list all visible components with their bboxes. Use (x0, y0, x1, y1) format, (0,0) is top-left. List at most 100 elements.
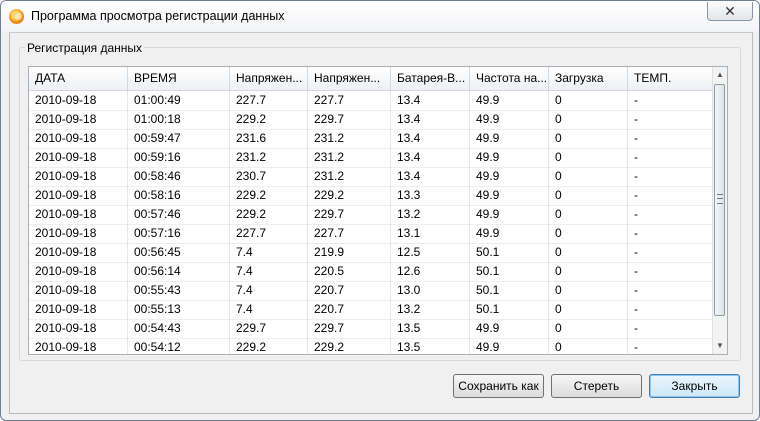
table-cell: 0 (549, 205, 628, 224)
table-cell: 229.2 (230, 186, 308, 205)
column-header[interactable]: ТЕМП. (628, 67, 713, 90)
table-row[interactable]: 2010-09-18 00:54:12 229.2 229.2 13.5 49.9 0- (29, 338, 713, 354)
table-cell: 0 (549, 148, 628, 167)
table-cell: 13.2 (391, 205, 470, 224)
table-cell: 229.2 (230, 205, 308, 224)
table-cell: 2010-09-18 (29, 262, 128, 281)
table-row[interactable]: 2010-09-18 00:58:46 230.7 231.2 13.4 49.9 0- (29, 167, 713, 187)
table-cell: 2010-09-18 (29, 243, 128, 262)
table-cell: 231.6 (230, 129, 308, 148)
table-cell: 2010-09-18 (29, 186, 128, 205)
table-cell: 0 (549, 319, 628, 338)
table-cell: 0 (549, 338, 628, 354)
table-cell: 00:55:43 (128, 281, 230, 300)
table-cell: 2010-09-18 (29, 338, 128, 354)
table-cell: 00:58:46 (128, 167, 230, 186)
table-cell: 49.9 (470, 129, 549, 148)
table-cell: 0 (549, 129, 628, 148)
table-row[interactable]: 2010-09-18 00:57:16 227.7 227.7 13.1 49.9 0- (29, 224, 713, 244)
table-cell: 13.4 (391, 148, 470, 167)
table-cell: 0 (549, 186, 628, 205)
table-cell: 00:57:46 (128, 205, 230, 224)
table-row[interactable]: 2010-09-18 00:56:14 7.4 220.5 12.6 50.1 0- (29, 262, 713, 282)
table-cell: - (628, 262, 713, 281)
table-row[interactable]: 2010-09-18 01:00:18 229.2 229.7 13.4 49.9 0- (29, 110, 713, 130)
title-bar[interactable]: Программа просмотра регистрации данных ✕ (1, 1, 759, 32)
table-cell: 0 (549, 91, 628, 110)
table-cell: 12.6 (391, 262, 470, 281)
table-cell: 13.0 (391, 281, 470, 300)
column-header[interactable]: Загрузка (549, 67, 628, 90)
table-cell: 219.9 (308, 243, 391, 262)
vertical-scrollbar[interactable]: ▲ ▼ (712, 67, 727, 354)
table-cell: 01:00:49 (128, 91, 230, 110)
table-cell: 13.1 (391, 224, 470, 243)
table-cell: 49.9 (470, 167, 549, 186)
table-row[interactable]: 2010-09-18 00:59:47 231.6 231.2 13.4 49.9 0- (29, 129, 713, 149)
table-cell: 13.5 (391, 319, 470, 338)
table-cell: - (628, 148, 713, 167)
table-cell: 231.2 (230, 148, 308, 167)
table-cell: 00:56:14 (128, 262, 230, 281)
table-cell: - (628, 338, 713, 354)
column-header[interactable]: Батарея-В... (391, 67, 470, 90)
table-cell: 229.7 (308, 205, 391, 224)
table-cell: 49.9 (470, 91, 549, 110)
save-as-button[interactable]: Сохранить как (453, 374, 544, 398)
table-cell: 2010-09-18 (29, 129, 128, 148)
table-cell: 231.2 (308, 148, 391, 167)
table-row[interactable]: 2010-09-18 00:56:45 7.4 219.9 12.5 50.1 0- (29, 243, 713, 263)
table-cell: 12.5 (391, 243, 470, 262)
close-icon: ✕ (724, 3, 736, 19)
table-row[interactable]: 2010-09-18 00:55:43 7.4 220.7 13.0 50.1 0- (29, 281, 713, 301)
table-cell: 00:59:47 (128, 129, 230, 148)
table-cell: 50.1 (470, 281, 549, 300)
scroll-down-icon[interactable]: ▼ (713, 338, 727, 354)
table-row[interactable]: 2010-09-18 00:57:46 229.2 229.7 13.2 49.9 0- (29, 205, 713, 225)
table-cell: 0 (549, 167, 628, 186)
table-cell: 229.7 (308, 319, 391, 338)
column-header[interactable]: Напряжен... (230, 67, 308, 90)
table-cell: 2010-09-18 (29, 91, 128, 110)
table-cell: 13.3 (391, 186, 470, 205)
column-header[interactable]: ВРЕМЯ (128, 67, 230, 90)
table-cell: - (628, 281, 713, 300)
column-header[interactable]: Напряжен... (308, 67, 391, 90)
table-cell: 49.9 (470, 224, 549, 243)
table-cell: 227.7 (230, 91, 308, 110)
table-row[interactable]: 2010-09-18 00:54:43 229.7 229.7 13.5 49.9 0- (29, 319, 713, 339)
table-cell: 2010-09-18 (29, 224, 128, 243)
table-cell: 50.1 (470, 300, 549, 319)
erase-button[interactable]: Стереть (551, 374, 642, 398)
data-table[interactable]: ДАТА ВРЕМЯ Напряжен... Напряжен... Батар… (28, 66, 728, 355)
table-cell: 231.2 (308, 129, 391, 148)
table-cell: 220.5 (308, 262, 391, 281)
table-row[interactable]: 2010-09-18 00:55:13 7.4 220.7 13.2 50.1 0- (29, 300, 713, 320)
table-cell: 00:54:43 (128, 319, 230, 338)
table-cell: - (628, 319, 713, 338)
table-cell: 49.9 (470, 338, 549, 354)
table-cell: 230.7 (230, 167, 308, 186)
scroll-up-icon[interactable]: ▲ (713, 67, 727, 83)
table-row[interactable]: 2010-09-18 00:58:16 229.2 229.2 13.3 49.9 0- (29, 186, 713, 206)
table-cell: 7.4 (230, 300, 308, 319)
table-row[interactable]: 2010-09-18 01:00:49 227.7 227.7 13.4 49.9 0- (29, 91, 713, 111)
window-close-button[interactable]: ✕ (707, 2, 753, 21)
table-cell: - (628, 243, 713, 262)
table-cell: 49.9 (470, 319, 549, 338)
table-cell: 13.5 (391, 338, 470, 354)
table-cell: 00:54:12 (128, 338, 230, 354)
table-cell: 7.4 (230, 243, 308, 262)
table-cell: 0 (549, 281, 628, 300)
table-row[interactable]: 2010-09-18 00:59:16 231.2 231.2 13.4 49.9 0- (29, 148, 713, 168)
table-cell: 231.2 (308, 167, 391, 186)
close-button[interactable]: Закрыть (649, 374, 740, 398)
table-cell: - (628, 129, 713, 148)
scrollbar-thumb[interactable] (714, 84, 725, 316)
column-header[interactable]: Частота на... (470, 67, 549, 90)
column-header[interactable]: ДАТА (29, 67, 128, 90)
table-cell: 0 (549, 300, 628, 319)
table-cell: 220.7 (308, 281, 391, 300)
table-cell: 13.4 (391, 91, 470, 110)
table-cell: 227.7 (230, 224, 308, 243)
